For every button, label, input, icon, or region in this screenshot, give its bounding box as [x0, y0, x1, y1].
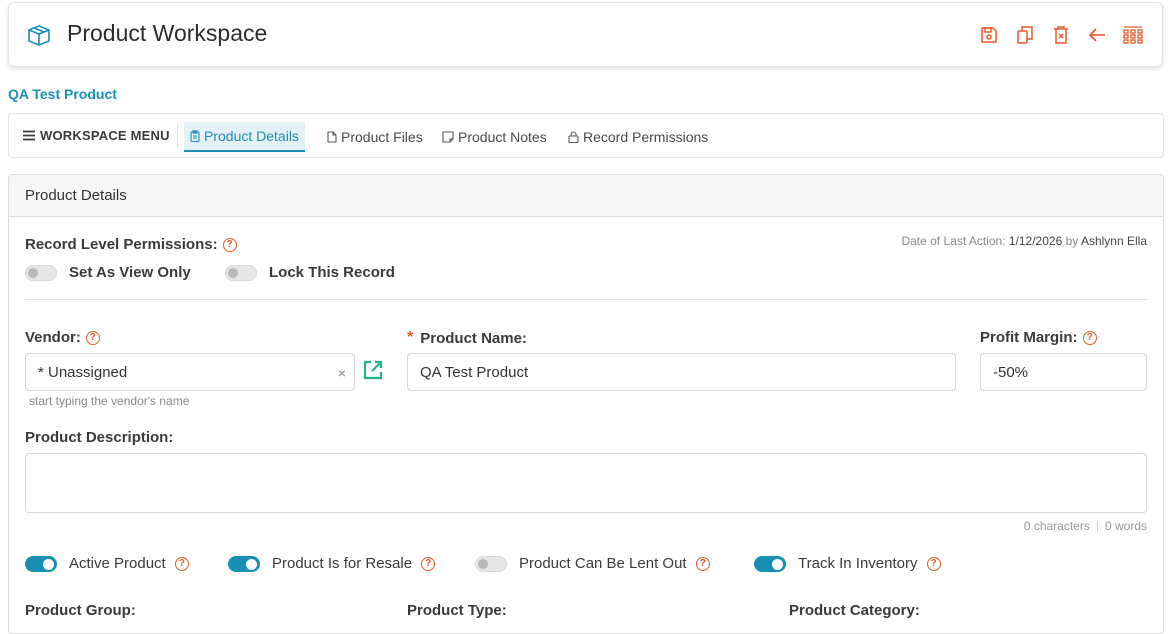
lock-record-label: Lock This Record [269, 264, 395, 281]
last-action-date: 1/12/2026 [1008, 234, 1063, 248]
resale-toggle[interactable] [228, 556, 260, 572]
tab-product-details[interactable]: Product Details [184, 122, 305, 152]
description-label: Product Description: [25, 429, 173, 446]
help-icon[interactable]: ? [695, 557, 710, 572]
product-name-label: * Product Name: [407, 329, 527, 347]
profit-margin-label-text: Profit Margin: [980, 329, 1078, 346]
lent-out-toggle[interactable] [475, 556, 507, 572]
lock-icon [568, 131, 579, 143]
counter-separator: | [1095, 519, 1099, 533]
record-permissions-text: Record Level Permissions: [25, 236, 218, 253]
character-count: 0 characters [1023, 519, 1090, 533]
save-icon [981, 27, 997, 43]
tab-label: Product Notes [458, 129, 547, 145]
product-category-label: Product Category: [789, 602, 920, 619]
copy-button[interactable] [1014, 23, 1036, 47]
tab-label: Product Files [341, 129, 423, 145]
clipboard-icon [190, 130, 200, 142]
lent-out-label: Product Can Be Lent Out ? [519, 555, 710, 572]
menu-divider [177, 124, 178, 148]
toggle-knob [43, 558, 54, 570]
description-counter: 0 characters | 0 words [1024, 519, 1147, 533]
profit-margin-label: Profit Margin: ? [980, 329, 1097, 346]
toggle-knob [478, 559, 488, 569]
track-inventory-text: Track In Inventory [798, 555, 918, 572]
tab-label: Record Permissions [583, 129, 709, 145]
help-icon[interactable]: ? [421, 557, 436, 572]
toggle-knob [772, 558, 783, 570]
word-count: 0 words [1104, 519, 1147, 533]
help-icon[interactable]: ? [1082, 330, 1097, 345]
profit-margin-value: -50% [993, 364, 1029, 381]
last-action-by: by [1065, 234, 1079, 248]
vendor-label: Vendor: ? [25, 329, 100, 346]
profit-margin-input[interactable]: -50% [980, 353, 1147, 391]
track-inventory-toggle[interactable] [754, 556, 786, 572]
product-name-value: QA Test Product [420, 364, 529, 381]
box-icon [28, 25, 50, 46]
toggle-knob [28, 268, 38, 278]
workspace-menu-label: WORKSPACE MENU [40, 128, 170, 143]
workspace-menu-bar: WORKSPACE MENU Product Details Product F… [8, 113, 1164, 158]
resale-label: Product Is for Resale ? [272, 555, 436, 572]
note-icon [442, 131, 454, 143]
help-icon[interactable]: ? [85, 330, 100, 345]
active-product-text: Active Product [69, 555, 166, 572]
record-permissions-label: Record Level Permissions: ? [25, 236, 237, 253]
grid-menu-icon [1123, 26, 1143, 44]
delete-button[interactable] [1050, 23, 1072, 47]
active-product-label: Active Product ? [69, 555, 189, 572]
breadcrumb[interactable]: QA Test Product [8, 86, 117, 102]
hamburger-icon [23, 130, 35, 141]
back-button[interactable] [1086, 23, 1108, 47]
help-icon[interactable]: ? [174, 557, 189, 572]
last-action-meta: Date of Last Action: 1/12/2026 by Ashlyn… [901, 234, 1147, 248]
toggle-knob [246, 558, 257, 570]
track-inventory-label: Track In Inventory ? [798, 555, 941, 572]
required-asterisk: * [407, 329, 414, 346]
vendor-hint: start typing the vendor's name [29, 394, 190, 408]
product-name-input[interactable]: QA Test Product [407, 353, 956, 391]
last-action-prefix: Date of Last Action: [901, 234, 1006, 248]
file-icon [327, 131, 337, 143]
delete-icon [1054, 26, 1068, 44]
external-link-icon[interactable] [362, 359, 384, 381]
active-product-toggle[interactable] [25, 556, 57, 572]
tab-record-permissions[interactable]: Record Permissions [566, 122, 710, 152]
toggle-knob [228, 268, 238, 278]
product-name-label-text: Product Name: [420, 329, 527, 347]
clear-icon[interactable]: × [338, 365, 346, 381]
vendor-input[interactable]: * Unassigned × [25, 353, 355, 391]
product-group-label: Product Group: [25, 602, 136, 619]
last-action-user: Ashlynn Ella [1080, 234, 1147, 248]
workspace-header: Product Workspace [8, 2, 1163, 67]
header-actions [978, 23, 1144, 47]
help-icon[interactable]: ? [926, 557, 941, 572]
back-arrow-icon [1088, 28, 1105, 42]
product-details-panel: Product Details Record Level Permissions… [8, 174, 1164, 634]
description-textarea[interactable] [25, 453, 1147, 513]
workspace-menu-button[interactable]: WORKSPACE MENU [23, 128, 170, 143]
lock-record-toggle[interactable] [225, 265, 257, 281]
save-button[interactable] [978, 23, 1000, 47]
view-only-toggle[interactable] [25, 265, 57, 281]
tab-product-notes[interactable]: Product Notes [440, 122, 549, 152]
vendor-label-text: Vendor: [25, 329, 81, 346]
view-only-label: Set As View Only [69, 264, 191, 281]
resale-text: Product Is for Resale [272, 555, 413, 572]
page-title: Product Workspace [67, 20, 268, 46]
grid-menu-button[interactable] [1122, 23, 1144, 47]
section-divider [25, 299, 1147, 300]
tab-product-files[interactable]: Product Files [325, 122, 425, 152]
lent-out-text: Product Can Be Lent Out [519, 555, 687, 572]
copy-icon [1017, 26, 1033, 44]
panel-title: Product Details [9, 175, 1163, 217]
tab-label: Product Details [204, 128, 299, 144]
product-type-label: Product Type: [407, 602, 507, 619]
vendor-value: * Unassigned [38, 364, 128, 381]
description-label-text: Product Description: [25, 429, 174, 446]
help-icon[interactable]: ? [222, 237, 237, 252]
